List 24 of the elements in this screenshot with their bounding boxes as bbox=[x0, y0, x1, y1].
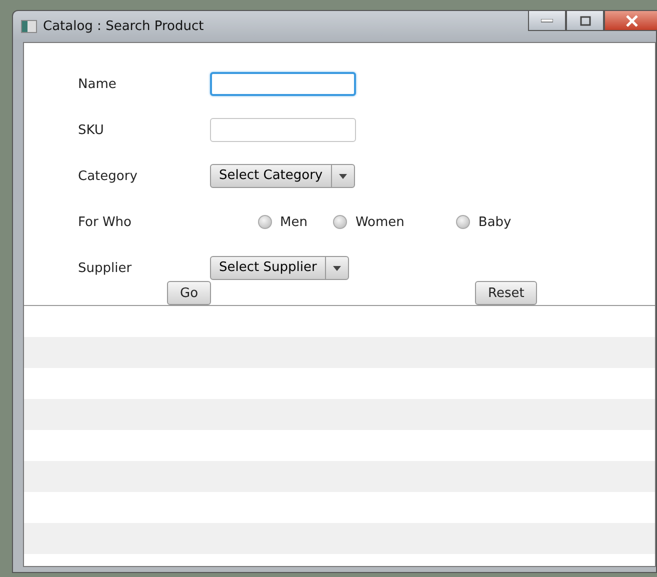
caret-icon bbox=[338, 174, 347, 178]
field-label: Category bbox=[78, 168, 138, 184]
radio-option[interactable]: Baby bbox=[456, 214, 512, 230]
radio-option[interactable]: Women bbox=[333, 214, 404, 230]
app-icon bbox=[21, 20, 37, 33]
window-title: Catalog : Search Product bbox=[43, 19, 204, 34]
dropdown[interactable]: Select Category bbox=[210, 164, 355, 188]
field-label: For Who bbox=[78, 214, 132, 230]
minimize-button[interactable] bbox=[528, 10, 566, 31]
text-field[interactable] bbox=[210, 72, 356, 96]
field-label: Supplier bbox=[78, 260, 133, 276]
caret-icon bbox=[332, 266, 341, 270]
action-button[interactable]: Go bbox=[167, 281, 212, 305]
minimize-icon bbox=[541, 18, 553, 22]
radio-option[interactable]: Men bbox=[258, 214, 308, 230]
field-label: SKU bbox=[78, 122, 105, 138]
close-icon bbox=[625, 14, 639, 26]
maximize-button[interactable] bbox=[566, 10, 604, 31]
field-label: Name bbox=[78, 76, 118, 92]
maximize-icon bbox=[580, 16, 590, 26]
dropdown[interactable]: Select Supplier bbox=[210, 256, 349, 280]
text-field[interactable] bbox=[210, 118, 356, 142]
close-button[interactable] bbox=[604, 10, 657, 31]
action-button[interactable]: Reset bbox=[475, 281, 538, 305]
